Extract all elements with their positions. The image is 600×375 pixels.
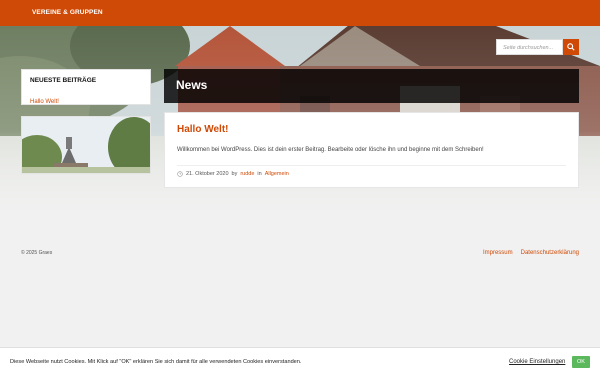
footer-link-datenschutz[interactable]: Datenschutzerklärung [521, 250, 579, 256]
footer-copyright: © 2025 Graes [21, 250, 53, 256]
post-date[interactable]: 21. Oktober 2020 [186, 171, 229, 177]
cookie-banner: Diese Webseite nutzt Cookies. Mit Klick … [0, 347, 600, 375]
post-in-label: in [257, 171, 262, 177]
recent-post-link[interactable]: Hallo Welt! [30, 99, 59, 105]
recent-posts-widget: NEUESTE BEITRÄGE Hallo Welt! [21, 69, 151, 105]
search-input[interactable]: Seite durchsuchen... [496, 39, 563, 55]
post-card: Hallo Welt! Willkommen bei WordPress. Di… [164, 112, 579, 188]
post-excerpt: Willkommen bei WordPress. Dies ist dein … [177, 147, 484, 153]
cookie-settings-link[interactable]: Cookie Einstellungen [509, 359, 565, 365]
post-meta: 21. Oktober 2020 by rudde in Allgemein [177, 171, 289, 177]
post-category-link[interactable]: Allgemein [265, 171, 289, 177]
widget-title: NEUESTE BEITRÄGE [30, 77, 97, 84]
post-author-link[interactable]: rudde [240, 171, 254, 177]
cookie-ok-button[interactable]: OK [572, 356, 590, 368]
post-by-label: by [231, 171, 238, 177]
page-title: News [176, 78, 208, 92]
post-title[interactable]: Hallo Welt! [177, 124, 228, 135]
sidebar-image [21, 116, 151, 174]
footer-links: Impressum Datenschutzerklärung [483, 250, 579, 256]
clock-icon [177, 171, 183, 177]
nav-item-vereine-gruppen[interactable]: VEREINE & GRUPPEN [32, 9, 103, 16]
post-divider [177, 165, 566, 166]
page-title-bar: News [164, 69, 579, 103]
search-button[interactable] [563, 39, 579, 55]
footer-link-impressum[interactable]: Impressum [483, 250, 513, 256]
search-form: Seite durchsuchen... [496, 39, 579, 55]
search-icon [567, 43, 575, 51]
top-navigation-bar: VEREINE & GRUPPEN [0, 0, 600, 26]
cookie-notice-text: Diese Webseite nutzt Cookies. Mit Klick … [10, 359, 302, 365]
